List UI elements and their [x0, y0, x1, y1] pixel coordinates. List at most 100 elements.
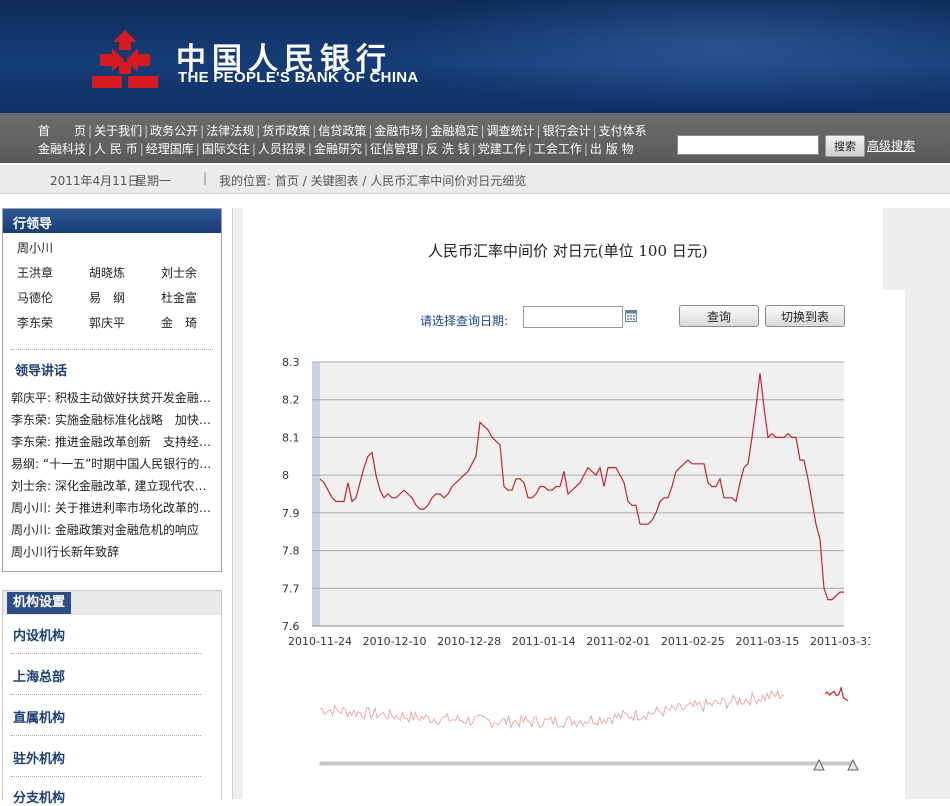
leader-link[interactable]: 李东荣 [17, 314, 53, 331]
leader-link[interactable]: 金 琦 [161, 314, 197, 331]
nav-link[interactable]: 金融市场 [374, 122, 422, 139]
nav-separator: | [471, 142, 476, 156]
y-tick-label: 7.7 [282, 582, 300, 595]
y-tick-label: 8.1 [282, 431, 300, 444]
divider [11, 776, 201, 777]
y-tick-label: 8.2 [282, 394, 300, 407]
nav-separator: | [256, 124, 261, 138]
leader-link[interactable]: 胡晓炼 [89, 264, 125, 281]
leaders-panel-header: 行领导 [3, 209, 221, 233]
y-tick-label: 8.3 [282, 356, 300, 369]
nav-separator: | [200, 124, 205, 138]
calendar-icon[interactable] [625, 310, 637, 322]
plot-left-band [312, 362, 320, 626]
navigator-scrollbar-track [319, 761, 855, 766]
speech-link[interactable]: 李东荣: 推进金融改革创新 支持经济发展方式转变 [11, 433, 215, 450]
logo-english-name: THE PEOPLE'S BANK OF CHINA [178, 69, 419, 86]
nav-link[interactable]: 金融科技 [38, 140, 86, 157]
speech-link[interactable]: 李东荣: 实施金融标准化战略 加快金融标准化建设 [11, 411, 215, 428]
query-date-input[interactable] [523, 306, 623, 328]
institution-link[interactable]: 驻外机构 [13, 748, 65, 767]
nav-separator: | [139, 142, 144, 156]
breadcrumb-separator: / [358, 174, 371, 188]
switch-to-table-button[interactable]: 切换到表 [765, 305, 845, 327]
institutions-panel: 机构设置 内设机构 上海总部 直属机构 驻外机构 分支机构 [2, 590, 222, 806]
nav-link[interactable]: 调查统计 [487, 122, 535, 139]
nav-row-primary: 首 页 | 关于我们 | 政务公开 | 法律法规 | 货币政策 | 信贷政策 | 金融市场 | 金融稳定 | 调… [38, 122, 647, 140]
institutions-header-bar: 机构设置 [3, 591, 221, 615]
nav-link[interactable]: 信贷政策 [318, 122, 366, 139]
y-tick-label: 7.6 [282, 620, 300, 633]
info-divider: | [203, 171, 208, 185]
query-button[interactable]: 查询 [679, 305, 759, 327]
leader-link[interactable]: 易 纲 [89, 289, 125, 306]
y-tick-label: 7.9 [282, 507, 300, 520]
breadcrumb-home-link[interactable]: 首页 [275, 174, 299, 188]
current-weekday: 星期一 [135, 174, 172, 188]
navigator-background [314, 654, 848, 756]
leader-link[interactable]: 王洪章 [17, 264, 53, 281]
advanced-search-link[interactable]: 高级搜索 [867, 137, 915, 154]
nav-link[interactable]: 反 洗 钱 [426, 140, 470, 157]
nav-link[interactable]: 征信管理 [370, 140, 418, 157]
x-tick-label: 2011-03-31 [810, 635, 870, 648]
nav-separator: | [480, 124, 485, 138]
breadcrumb-current-page: 人民币汇率中间价对日元细览 [370, 174, 527, 188]
leader-link[interactable]: 马德伦 [17, 289, 53, 306]
nav-separator: | [363, 142, 368, 156]
pboc-logo-icon[interactable] [90, 28, 160, 90]
institution-link[interactable]: 分支机构 [13, 787, 65, 806]
nav-link[interactable]: 经理国库 [146, 140, 194, 157]
speech-link[interactable]: 周小川: 关于推进利率市场化改革的若干思考 [11, 499, 215, 516]
speech-link[interactable]: 易纲: “十一五”时期中国人民银行的外汇管理工作 [11, 455, 215, 472]
nav-link[interactable]: 政务公开 [150, 122, 198, 139]
leaders-title: 行领导 [13, 217, 53, 232]
nav-link[interactable]: 出 版 物 [590, 140, 634, 157]
nav-link[interactable]: 关于我们 [94, 122, 142, 139]
nav-link[interactable]: 金融稳定 [430, 122, 478, 139]
breadcrumb-separator: / [298, 174, 311, 188]
breadcrumb-key-charts-link[interactable]: 关键图表 [311, 174, 359, 188]
speech-link[interactable]: 周小川行长新年致辞 [11, 543, 215, 560]
nav-separator: | [88, 124, 93, 138]
speech-link[interactable]: 周小川: 金融政策对金融危机的响应 [11, 521, 215, 538]
leader-link[interactable]: 郭庆平 [89, 314, 125, 331]
nav-link[interactable]: 人 民 币 [94, 140, 138, 157]
x-tick-label: 2011-02-25 [661, 635, 725, 648]
nav-separator: | [368, 124, 373, 138]
nav-separator: | [420, 142, 425, 156]
nav-link[interactable]: 人员招录 [258, 140, 306, 157]
plot-background [312, 362, 844, 626]
x-tick-label: 2010-12-28 [437, 635, 501, 648]
nav-link[interactable]: 金融研究 [314, 140, 362, 157]
leader-link[interactable]: 杜金富 [161, 289, 197, 306]
nav-link[interactable]: 工会工作 [534, 140, 582, 157]
nav-link[interactable]: 货币政策 [262, 122, 310, 139]
institution-link[interactable]: 上海总部 [13, 666, 65, 685]
institution-link[interactable]: 直属机构 [13, 707, 65, 726]
speech-link[interactable]: 郭庆平: 积极主动做好扶贫开发金融服务工作 [11, 389, 215, 406]
nav-link[interactable]: 支付体系 [599, 122, 647, 139]
x-tick-label: 2011-03-15 [735, 635, 799, 648]
nav-link[interactable]: 银行会计 [543, 122, 591, 139]
nav-separator: | [251, 142, 256, 156]
institutions-title: 机构设置 [7, 592, 72, 614]
site-search-input[interactable] [677, 135, 819, 155]
banner-glow [380, 0, 950, 113]
divider [11, 735, 201, 736]
nav-separator: | [424, 124, 429, 138]
nav-separator: | [144, 124, 149, 138]
search-button[interactable]: 搜索 [825, 135, 865, 157]
nav-link[interactable]: 党建工作 [478, 140, 526, 157]
institution-link[interactable]: 内设机构 [13, 625, 65, 644]
nav-separator: | [592, 124, 597, 138]
speech-link[interactable]: 刘士余: 深化金融改革, 建立现代农村金融制度 [11, 477, 215, 494]
divider [11, 653, 201, 654]
nav-link[interactable]: 首 页 [38, 122, 86, 139]
nav-separator: | [195, 142, 200, 156]
query-date-label: 请选择查询日期: [420, 314, 509, 328]
nav-link[interactable]: 国际交往 [202, 140, 250, 157]
leader-link[interactable]: 周小川 [17, 239, 53, 256]
leader-link[interactable]: 刘士余 [161, 264, 197, 281]
nav-link[interactable]: 法律法规 [206, 122, 254, 139]
